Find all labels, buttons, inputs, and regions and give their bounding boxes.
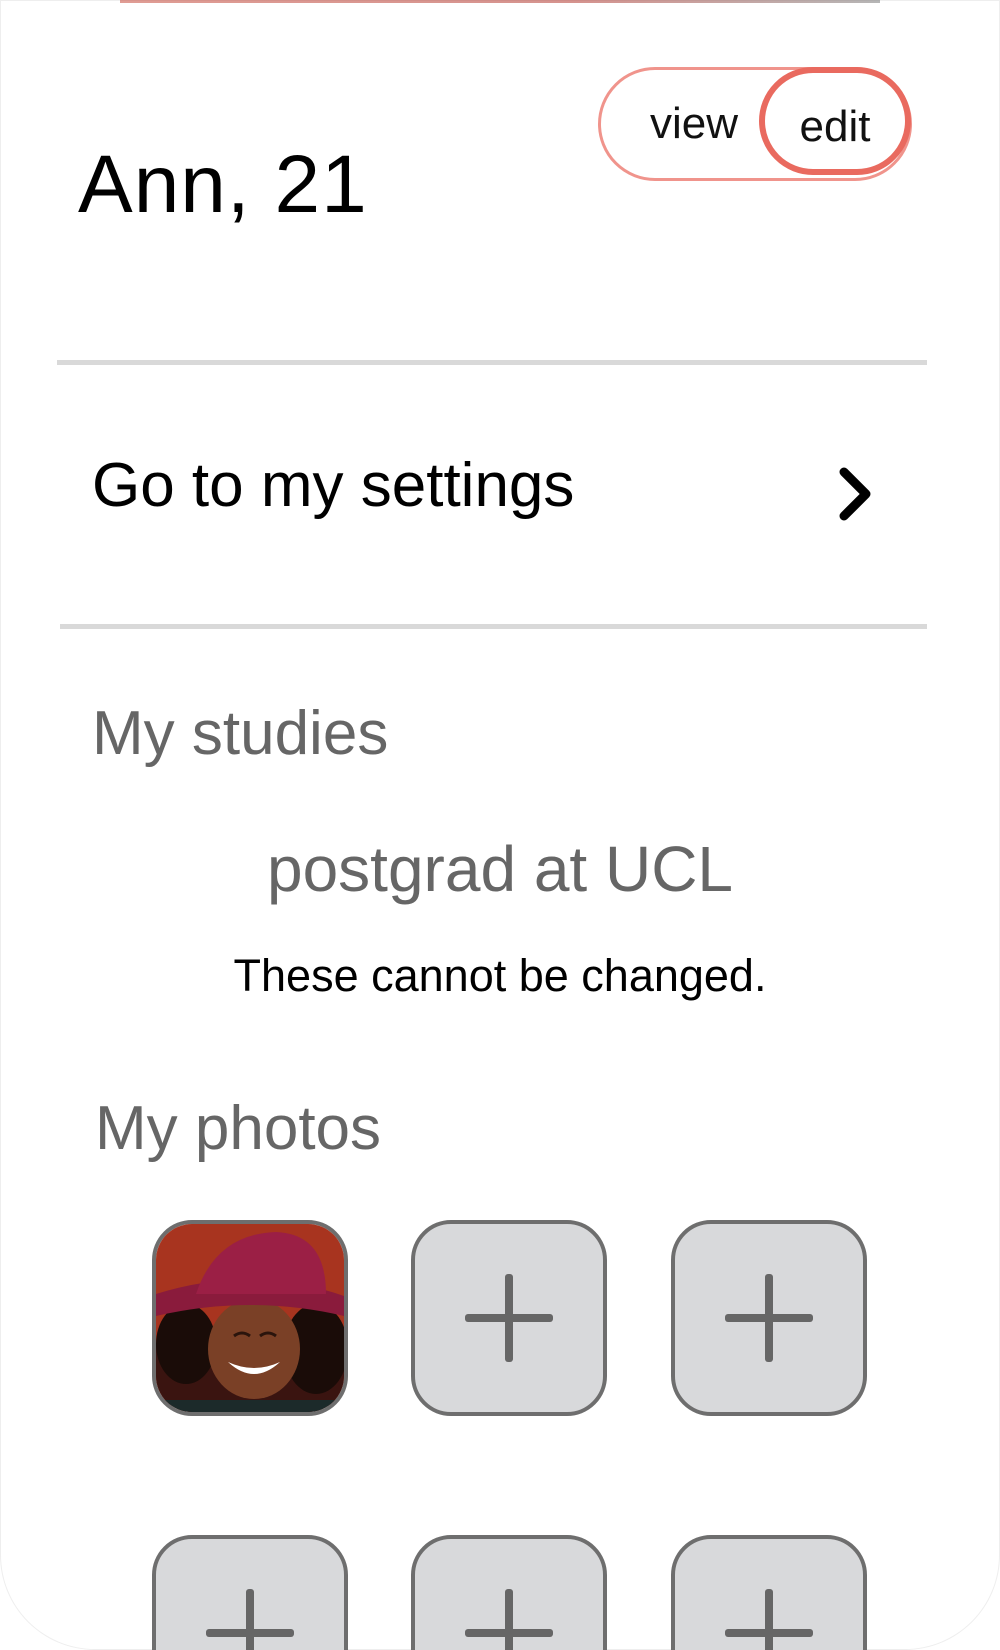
plus-icon xyxy=(465,1274,553,1362)
divider xyxy=(60,624,927,629)
profile-name-age: Ann, 21 xyxy=(78,139,368,230)
profile-screen: view edit Ann, 21 Go to my settings My s… xyxy=(0,0,1000,1650)
settings-link-label: Go to my settings xyxy=(92,451,575,520)
studies-value: postgrad at UCL xyxy=(266,833,734,905)
studies-heading: My studies xyxy=(92,699,389,768)
view-toggle-option[interactable]: view xyxy=(619,70,769,178)
edit-toggle-option[interactable]: edit xyxy=(759,67,911,175)
plus-icon xyxy=(725,1274,813,1362)
plus-icon xyxy=(725,1589,813,1650)
add-photo-button[interactable] xyxy=(411,1535,607,1650)
add-photo-button[interactable] xyxy=(671,1535,867,1650)
studies-note: These cannot be changed. xyxy=(233,950,767,1001)
divider xyxy=(57,360,927,365)
plus-icon xyxy=(206,1589,294,1650)
top-edge-strip xyxy=(120,0,880,3)
profile-photo[interactable] xyxy=(152,1220,348,1416)
settings-link[interactable]: Go to my settings xyxy=(60,420,920,560)
photos-heading: My photos xyxy=(95,1094,382,1163)
chevron-right-icon xyxy=(839,467,871,521)
plus-icon xyxy=(465,1589,553,1650)
add-photo-button[interactable] xyxy=(152,1535,348,1650)
add-photo-button[interactable] xyxy=(411,1220,607,1416)
view-edit-toggle[interactable]: view edit xyxy=(598,67,912,181)
add-photo-button[interactable] xyxy=(671,1220,867,1416)
profile-photo-image xyxy=(156,1224,344,1412)
